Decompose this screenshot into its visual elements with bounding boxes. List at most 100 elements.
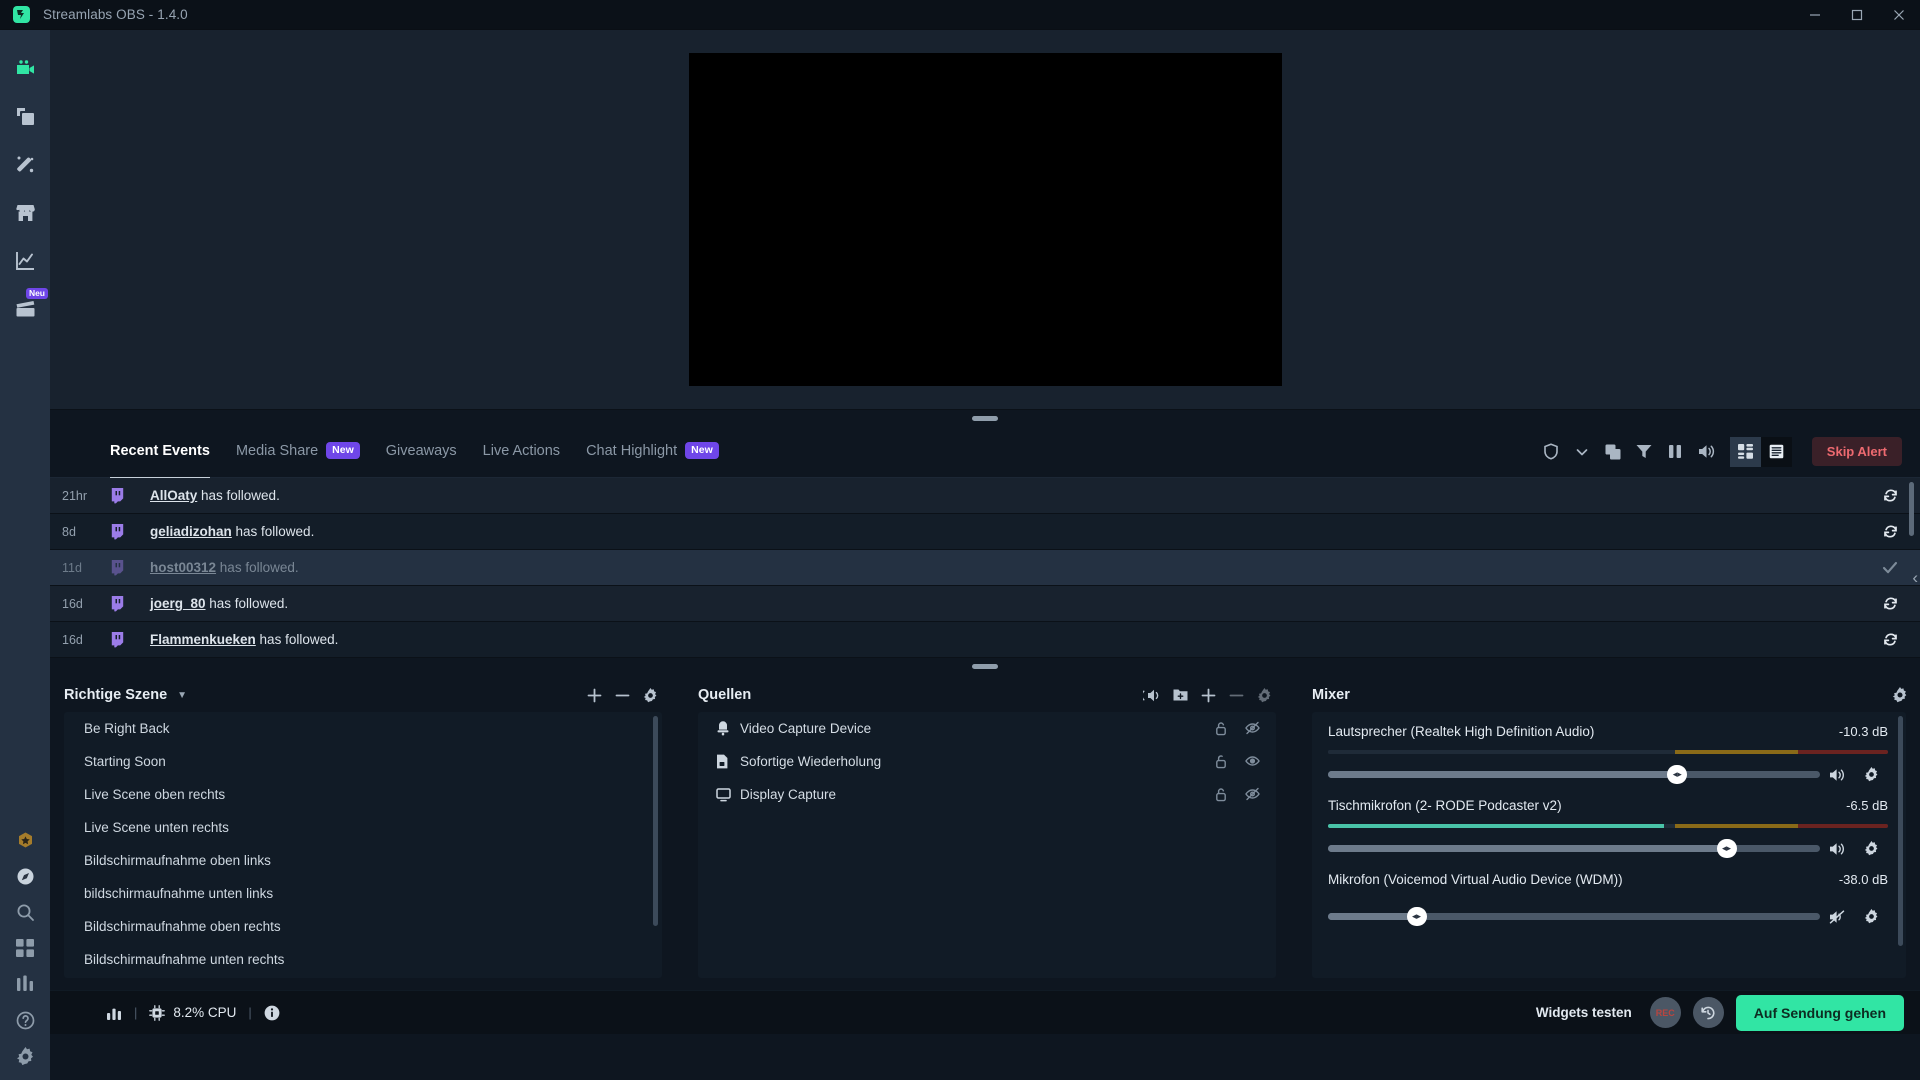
list-item[interactable]: Display Capture	[698, 778, 1276, 811]
eye-icon[interactable]	[1245, 754, 1260, 769]
maximize-icon[interactable]	[1836, 0, 1878, 30]
gear-icon[interactable]	[1892, 687, 1908, 703]
replay-icon[interactable]	[1883, 596, 1920, 611]
splitter-grip[interactable]	[972, 663, 998, 669]
list-item[interactable]: Sofortige Wiederholung	[698, 745, 1276, 778]
sidebar-item-highlighter[interactable]: Neu	[0, 284, 50, 332]
volume-icon[interactable]	[1820, 842, 1854, 856]
gear-icon[interactable]	[1854, 767, 1888, 782]
events-docks-splitter[interactable]	[50, 658, 1920, 674]
table-row[interactable]: 8d geliadizohan has followed.	[50, 514, 1920, 550]
replay-icon[interactable]	[1883, 524, 1920, 539]
tab-live-actions[interactable]: Live Actions	[483, 443, 560, 461]
volume-icon[interactable]	[1820, 768, 1854, 782]
event-user[interactable]: host00312	[150, 560, 216, 575]
audio-mix-icon[interactable]	[1143, 688, 1160, 703]
tab-giveaways[interactable]: Giveaways	[386, 443, 457, 461]
source-settings-icon[interactable]	[1257, 687, 1272, 703]
record-button[interactable]: REC	[1649, 997, 1681, 1028]
volume-slider[interactable]: ◂▸	[1328, 765, 1820, 784]
chevron-down-icon[interactable]	[1567, 436, 1598, 468]
bar-chart-icon[interactable]	[106, 1005, 122, 1021]
event-user[interactable]: AllOaty	[150, 488, 197, 503]
tab-media-share[interactable]: Media Share New	[236, 442, 360, 461]
gear-icon[interactable]	[1854, 909, 1888, 924]
stream-preview[interactable]	[50, 30, 1920, 410]
volume-slider-knob[interactable]: ◂▸	[1716, 839, 1737, 858]
event-user[interactable]: Flammenkueken	[150, 632, 256, 647]
bars-icon[interactable]	[0, 966, 50, 1002]
question-circle-icon[interactable]	[0, 1002, 50, 1038]
gear-icon[interactable]	[1854, 841, 1888, 856]
volume-icon[interactable]	[1691, 436, 1722, 468]
close-icon[interactable]	[1878, 0, 1920, 30]
pause-icon[interactable]	[1660, 436, 1691, 468]
remove-scene-icon[interactable]	[615, 688, 630, 703]
unlock-icon[interactable]	[1215, 787, 1227, 802]
events-scrollbar[interactable]	[1909, 482, 1914, 536]
sidebar-item-store[interactable]	[0, 188, 50, 236]
list-item[interactable]: Video Capture Device	[698, 712, 1276, 745]
table-row[interactable]: 11d host00312 has followed.	[50, 550, 1920, 586]
table-row[interactable]: 21hr AllOaty has followed.	[50, 478, 1920, 514]
shield-icon[interactable]	[1536, 436, 1567, 468]
add-source-icon[interactable]	[1201, 688, 1216, 703]
chevron-left-icon[interactable]: ‹	[1912, 568, 1918, 588]
preview-events-splitter[interactable]	[50, 410, 1920, 426]
chevron-down-icon[interactable]: ▼	[177, 690, 187, 701]
filter-icon[interactable]	[1629, 436, 1660, 468]
volume-slider-knob[interactable]: ◂▸	[1406, 907, 1427, 926]
stream-preview-canvas[interactable]	[688, 53, 1282, 386]
info-icon[interactable]	[264, 1005, 280, 1021]
sources-list[interactable]: Video Capture Device Sofortige Wiederhol…	[698, 712, 1276, 978]
replay-buffer-button[interactable]	[1692, 997, 1724, 1028]
list-item[interactable]: Starting Soon	[64, 745, 662, 778]
unlock-icon[interactable]	[1215, 721, 1227, 736]
prime-badge-icon[interactable]	[0, 822, 50, 858]
mixer-scrollbar[interactable]	[1898, 716, 1903, 946]
tab-chat-highlight[interactable]: Chat Highlight New	[586, 442, 719, 461]
list-item[interactable]: bildschirmaufnahme unten links	[64, 877, 662, 910]
gear-icon[interactable]	[0, 1038, 50, 1074]
volume-slider[interactable]: ◂▸	[1328, 907, 1820, 926]
scenes-scrollbar[interactable]	[653, 716, 658, 926]
minimize-icon[interactable]	[1794, 0, 1836, 30]
list-item[interactable]: Bildschirmaufnahme oben rechts	[64, 910, 662, 943]
add-folder-icon[interactable]	[1173, 688, 1188, 702]
grid-icon[interactable]	[0, 930, 50, 966]
table-row[interactable]: 16d joerg_80 has followed.	[50, 586, 1920, 622]
event-user[interactable]: geliadizohan	[150, 524, 232, 539]
volume-slider[interactable]: ◂▸	[1328, 839, 1820, 858]
list-item[interactable]: Live Scene oben rechts	[64, 778, 662, 811]
replay-icon[interactable]	[1883, 488, 1920, 503]
search-icon[interactable]	[0, 894, 50, 930]
sidebar-item-themes[interactable]	[0, 92, 50, 140]
go-live-button[interactable]: Auf Sendung gehen	[1735, 994, 1904, 1031]
list-item[interactable]: Be Right Back	[64, 712, 662, 745]
add-scene-icon[interactable]	[587, 688, 602, 703]
table-row[interactable]: 16d Flammenkueken has followed.	[50, 622, 1920, 658]
sidebar-item-alertbox[interactable]	[0, 140, 50, 188]
widgets-test-button[interactable]: Widgets testen	[1536, 1005, 1632, 1020]
skip-alert-button[interactable]: Skip Alert	[1811, 437, 1902, 466]
sidebar-item-editor[interactable]	[0, 44, 50, 92]
splitter-grip[interactable]	[972, 415, 998, 421]
unlock-icon[interactable]	[1215, 754, 1227, 769]
event-user[interactable]: joerg_80	[150, 596, 206, 611]
scenes-list[interactable]: Be Right Back Starting Soon Live Scene o…	[64, 712, 662, 978]
tab-recent-events[interactable]: Recent Events	[110, 443, 210, 479]
volume-muted-icon[interactable]	[1820, 909, 1854, 924]
eye-off-icon[interactable]	[1245, 721, 1260, 736]
volume-slider-knob[interactable]: ◂▸	[1667, 765, 1688, 784]
duplicate-icon[interactable]	[1598, 436, 1629, 468]
list-item[interactable]: Bildschirmaufnahme oben links	[64, 844, 662, 877]
list-item[interactable]: Live Scene unten rechts	[64, 811, 662, 844]
eye-off-icon[interactable]	[1245, 787, 1260, 802]
scene-settings-icon[interactable]	[643, 687, 658, 703]
list-view-icon[interactable]	[1760, 436, 1792, 467]
replay-icon[interactable]	[1883, 632, 1920, 647]
remove-source-icon[interactable]	[1229, 688, 1244, 703]
mixer-channels[interactable]: Lautsprecher (Realtek High Definition Au…	[1312, 712, 1906, 978]
list-item[interactable]: Bildschirmaufnahme unten rechts	[64, 943, 662, 976]
compass-icon[interactable]	[0, 858, 50, 894]
